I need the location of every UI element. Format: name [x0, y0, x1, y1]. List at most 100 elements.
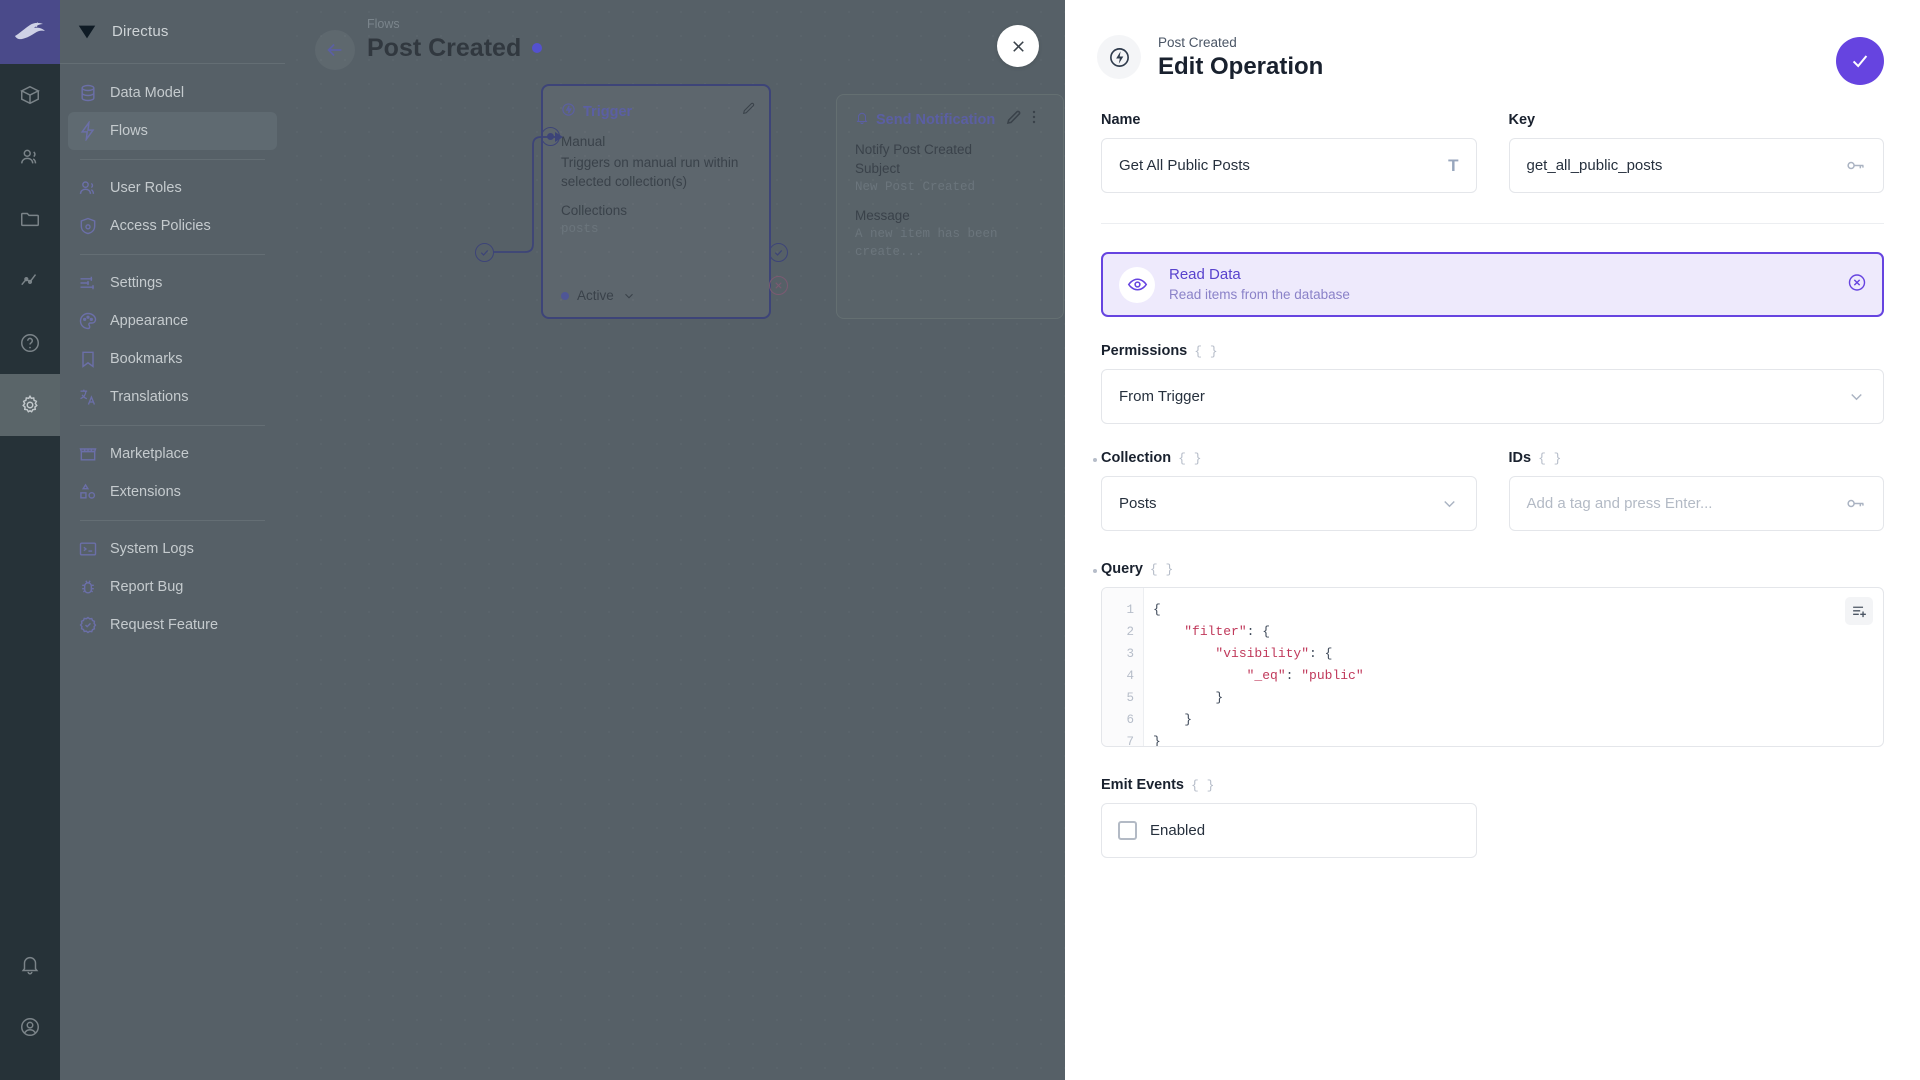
- flow-node-send-notification[interactable]: Send Notification Notify Post Created Su…: [836, 94, 1064, 319]
- sidebar-item-flows[interactable]: Flows: [68, 112, 277, 150]
- directus-logo[interactable]: [0, 0, 60, 64]
- operation-subject-value: New Post Created: [855, 180, 976, 194]
- code-content[interactable]: { "filter": { "visibility": { "_eq": "pu…: [1144, 588, 1883, 746]
- close-circle-icon[interactable]: [1847, 272, 1867, 297]
- module-icon-settings[interactable]: [0, 374, 60, 436]
- flow-status-label: Active: [577, 288, 614, 303]
- operation-input-port[interactable]: [541, 127, 560, 146]
- module-icon-help[interactable]: [0, 312, 60, 374]
- sidebar-item-request-feature[interactable]: Request Feature: [68, 606, 277, 644]
- palette-icon: [78, 311, 98, 331]
- module-icon-users[interactable]: [0, 126, 60, 188]
- eye-icon: [1119, 266, 1155, 303]
- module-icon-account[interactable]: [0, 996, 60, 1058]
- sidebar-item-user-roles[interactable]: User Roles: [68, 169, 277, 207]
- flow-node-trigger[interactable]: Trigger Manual Triggers on manual run wi…: [541, 84, 771, 319]
- sidebar-item-appearance[interactable]: Appearance: [68, 302, 277, 340]
- braces-icon[interactable]: { }: [1191, 778, 1214, 793]
- permissions-select[interactable]: From Trigger: [1101, 369, 1884, 424]
- sidebar-item-label: Translations: [110, 389, 189, 405]
- bolt-circle-icon: [1097, 35, 1141, 79]
- operation-node-actions[interactable]: [1006, 109, 1050, 130]
- line-number: 7: [1126, 735, 1134, 747]
- emit-events-checkbox[interactable]: [1118, 821, 1137, 840]
- key-input-value: get_all_public_posts: [1526, 157, 1663, 174]
- sidebar-item-label: Report Bug: [110, 579, 184, 595]
- trigger-resolve-port[interactable]: [475, 243, 494, 262]
- permissions-label-text: Permissions: [1101, 343, 1188, 359]
- format-list-add-icon[interactable]: [1845, 597, 1873, 625]
- collection-field-group: Collection { } Posts: [1093, 450, 1477, 531]
- sidebar-item-extensions[interactable]: Extensions: [68, 473, 277, 511]
- bell-icon: [855, 111, 869, 129]
- key-input[interactable]: get_all_public_posts: [1508, 138, 1884, 193]
- line-number: 4: [1126, 669, 1134, 683]
- save-operation-button[interactable]: [1836, 37, 1884, 85]
- edit-trigger-icon[interactable]: [741, 100, 757, 121]
- braces-icon[interactable]: { }: [1178, 451, 1201, 466]
- module-icon-content[interactable]: [0, 64, 60, 126]
- key-icon: [1845, 493, 1866, 514]
- sidebar-item-label: Flows: [110, 123, 148, 139]
- name-field-label: Name: [1101, 112, 1141, 128]
- collection-select[interactable]: Posts: [1101, 476, 1477, 531]
- braces-icon[interactable]: { }: [1538, 451, 1561, 466]
- flow-status-selector[interactable]: Active: [561, 288, 636, 303]
- collection-field-label: Collection { }: [1093, 450, 1477, 466]
- page-title: Post Created: [367, 33, 543, 63]
- sidebar-item-access-policies[interactable]: Access Policies: [68, 207, 277, 245]
- braces-icon[interactable]: { }: [1150, 562, 1173, 577]
- sidebar-item-translations[interactable]: Translations: [68, 378, 277, 416]
- sidebar-item-system-logs[interactable]: System Logs: [68, 530, 277, 568]
- chevron-down-icon: [624, 293, 633, 299]
- braces-icon[interactable]: { }: [1194, 344, 1217, 359]
- breadcrumb[interactable]: Flows: [367, 16, 542, 32]
- sidebar-item-marketplace[interactable]: Marketplace: [68, 435, 277, 473]
- sidebar-item-data-model[interactable]: Data Model: [68, 74, 277, 112]
- emit-events-field-label: Emit Events { }: [1101, 777, 1884, 793]
- query-label-text: Query: [1101, 561, 1143, 577]
- operation-node-title: Send Notification: [876, 112, 996, 128]
- collection-ids-row: Collection { } Posts IDs { } Add a tag a…: [1093, 450, 1884, 531]
- line-number: 6: [1126, 713, 1134, 727]
- key-icon: [1845, 155, 1866, 176]
- operation-reject-port[interactable]: [769, 276, 788, 295]
- sidebar-item-settings[interactable]: Settings: [68, 264, 277, 302]
- close-drawer-button[interactable]: [997, 25, 1039, 67]
- ids-input[interactable]: Add a tag and press Enter...: [1508, 476, 1884, 531]
- sidebar-item-label: Marketplace: [110, 446, 189, 462]
- sidebar-item-label: Appearance: [110, 313, 189, 329]
- edit-operation-drawer: Post Created Edit Operation Name Get All…: [997, 0, 1920, 1080]
- sidebar-item-bookmarks[interactable]: Bookmarks: [68, 340, 277, 378]
- users-icon: [78, 178, 98, 198]
- nav-divider: [80, 520, 265, 521]
- navigation-sidebar: Directus Data Model Flows User Roles Acc…: [60, 0, 285, 1080]
- back-button[interactable]: [315, 30, 355, 70]
- module-icon-notifications[interactable]: [0, 934, 60, 996]
- emit-events-checkbox-row[interactable]: Enabled: [1101, 803, 1477, 858]
- store-icon: [78, 444, 98, 464]
- bug-icon: [78, 577, 98, 597]
- sidebar-item-label: Access Policies: [110, 218, 211, 234]
- module-icon-insights[interactable]: [0, 250, 60, 312]
- sidebar-item-report-bug[interactable]: Report Bug: [68, 568, 277, 606]
- drawer-subtitle: Post Created: [1158, 34, 1237, 50]
- page-title-text: Post Created: [367, 34, 522, 62]
- terminal-icon: [78, 539, 98, 559]
- permissions-select-value: From Trigger: [1119, 388, 1205, 405]
- nav-divider: [80, 159, 265, 160]
- operation-type-card[interactable]: Read Data Read items from the database: [1101, 252, 1884, 317]
- bolt-icon: [78, 121, 98, 141]
- operation-resolve-port[interactable]: [769, 243, 788, 262]
- name-input[interactable]: Get All Public Posts T: [1101, 138, 1477, 193]
- sidebar-item-label: Request Feature: [110, 617, 219, 633]
- collection-label-text: Collection: [1101, 450, 1172, 466]
- emit-events-field-group: Emit Events { } Enabled: [1101, 777, 1884, 858]
- shield-icon: [78, 216, 98, 236]
- operation-key-label: Notify Post Created: [855, 142, 973, 157]
- module-bar: [0, 0, 60, 1080]
- status-dot-icon: [561, 291, 569, 300]
- query-code-editor[interactable]: 1 2 3 4 5 6 7 { "filter": { "visibility"…: [1101, 587, 1884, 747]
- sidebar-item-label: Extensions: [110, 484, 181, 500]
- module-icon-files[interactable]: [0, 188, 60, 250]
